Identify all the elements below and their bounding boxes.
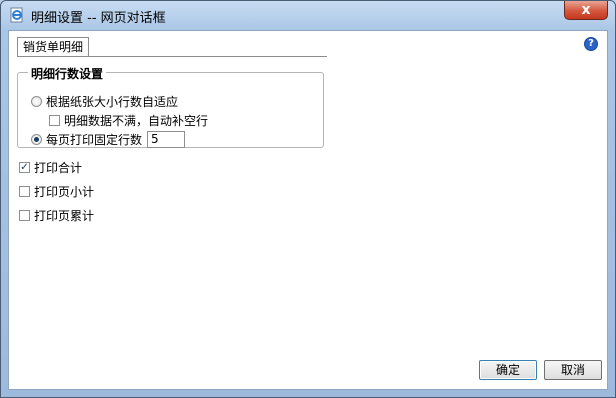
print-page-cumulative-checkbox[interactable] — [19, 209, 30, 221]
print-total-label: 打印合计 — [34, 160, 83, 175]
fill-blank-checkbox[interactable] — [49, 114, 60, 126]
cancel-button[interactable]: 取消 — [544, 360, 602, 380]
fixed-rows-option[interactable]: 每页打印固定行数 5 — [31, 130, 186, 148]
fill-blank-option[interactable]: 明细数据不满，自动补空行 — [49, 111, 208, 129]
print-total-option[interactable]: ✓ 打印合计 — [19, 158, 82, 176]
auto-fit-label: 根据纸张大小行数自适应 — [46, 94, 179, 109]
ie-page-icon — [10, 7, 23, 23]
auto-fit-radio[interactable] — [31, 95, 42, 107]
print-page-subtotal-label: 打印页小计 — [34, 184, 95, 199]
help-icon[interactable]: ? — [584, 37, 598, 51]
fixed-rows-input[interactable]: 5 — [147, 130, 186, 148]
fixed-rows-label: 每页打印固定行数 — [46, 132, 143, 147]
title-bar[interactable]: 明细设置 -- 网页对话框 x — [1, 1, 615, 30]
print-page-subtotal-option[interactable]: 打印页小计 — [19, 182, 94, 200]
auto-fit-option[interactable]: 根据纸张大小行数自适应 — [31, 92, 178, 110]
fixed-rows-radio[interactable] — [31, 133, 42, 145]
window-title: 明细设置 -- 网页对话框 — [31, 11, 166, 26]
print-total-checkbox[interactable]: ✓ — [19, 161, 30, 173]
close-button[interactable]: x — [564, 1, 608, 20]
print-page-cumulative-label: 打印页累计 — [34, 208, 95, 223]
print-page-subtotal-checkbox[interactable] — [19, 185, 30, 197]
tab-divider — [17, 56, 327, 57]
fill-blank-label: 明细数据不满，自动补空行 — [64, 113, 209, 128]
dialog-content: 销货单明细 ? 明细行数设置 根据纸张大小行数自适应 明细数据不满，自动补空行 … — [8, 30, 608, 390]
tab-sales-detail[interactable]: 销货单明细 — [17, 37, 90, 57]
ok-button[interactable]: 确定 — [479, 360, 537, 380]
print-page-cumulative-option[interactable]: 打印页累计 — [19, 206, 94, 224]
dialog-window: 明细设置 -- 网页对话框 x 销货单明细 ? 明细行数设置 根据纸张大小行数自… — [0, 0, 616, 398]
group-legend: 明细行数设置 — [28, 65, 107, 82]
